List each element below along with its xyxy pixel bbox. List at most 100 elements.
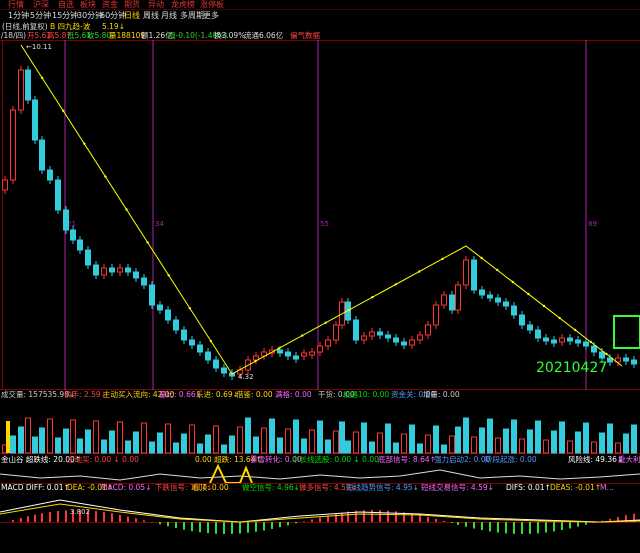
zigzag-dot <box>277 347 280 350</box>
volume-bar <box>361 422 367 454</box>
candle <box>361 335 367 341</box>
period-tab-60min[interactable]: 60分钟 <box>100 10 126 21</box>
volume-bar <box>479 427 485 454</box>
volume-bar <box>221 444 227 454</box>
candle <box>213 359 219 369</box>
candle <box>393 337 399 343</box>
volume-legend-label: 乐进: 0.69↓ <box>196 390 239 399</box>
candle <box>463 259 469 286</box>
cycle-label: 34 <box>155 220 164 228</box>
volume-bar <box>77 438 83 454</box>
volume-bar <box>32 436 38 454</box>
period-tab-multi[interactable]: 多周期 <box>180 10 204 21</box>
candle <box>47 169 53 181</box>
volume-bar <box>301 438 307 454</box>
period-tab-week[interactable]: 周线 <box>143 10 159 21</box>
candle <box>559 337 565 343</box>
zigzag-dot <box>125 208 128 211</box>
candle <box>449 294 455 311</box>
volume-bar <box>125 440 131 454</box>
candle <box>535 329 541 339</box>
volume-bar <box>277 437 283 454</box>
volume-bar <box>583 422 589 454</box>
period-tab-5min[interactable]: 5分钟 <box>30 10 51 21</box>
candle <box>583 341 589 347</box>
volume-bar <box>181 433 187 454</box>
period-tab-bar: 1分钟 5分钟 15分钟 30分钟 60分钟 日线 周线 月线 多周期 更多 <box>0 10 640 21</box>
candle <box>189 339 195 346</box>
zigzag-dot <box>209 339 213 343</box>
zigzag-dot <box>480 256 483 260</box>
macd-chart[interactable]: 3.802 <box>0 492 640 553</box>
volume-bar <box>18 426 24 454</box>
volume-bar <box>559 421 565 454</box>
candle <box>317 345 323 353</box>
candle <box>125 267 131 273</box>
period-tab-15min[interactable]: 15分钟 <box>52 10 78 21</box>
volume-bar <box>377 432 383 454</box>
volume-bar <box>39 427 45 454</box>
macd-legend-label: DEAS: -0.01↑ <box>550 483 602 492</box>
candle <box>25 69 31 101</box>
volume-chart[interactable] <box>0 399 640 454</box>
volume-bar <box>409 424 415 454</box>
zigzag-dot <box>146 241 149 244</box>
indicator-value: 5.19↓ <box>102 22 125 31</box>
candle <box>441 294 447 306</box>
quote-close: 收5.80 <box>87 31 112 40</box>
period-tab-day[interactable]: 日线 <box>124 10 140 21</box>
menu-item[interactable]: 板块 <box>80 0 96 9</box>
menu-item[interactable]: 沪深 <box>33 0 49 9</box>
candle <box>503 301 509 307</box>
period-tab-month[interactable]: 月线 <box>161 10 177 21</box>
volume-bar <box>309 429 315 454</box>
macd-legend-label: M… <box>600 483 614 492</box>
indicator-legend-label: 主动买: 0.00 ↓ 0.00 <box>67 455 139 464</box>
volume-bar <box>117 421 123 454</box>
volume-bar <box>425 434 431 454</box>
highlight-box <box>613 315 640 349</box>
candle <box>18 69 24 111</box>
quote-tag: 偏气数据 <box>290 31 320 40</box>
indicator-signal <box>209 464 253 484</box>
candle <box>575 339 581 344</box>
candle <box>39 139 45 171</box>
candle <box>567 337 573 342</box>
indicator-legend-label: 强力启动2: 0.00 <box>434 455 491 464</box>
volume-bar <box>487 418 493 454</box>
menu-item[interactable]: 自选 <box>58 0 74 9</box>
volume-bar <box>345 440 351 454</box>
candle <box>109 267 115 273</box>
candle <box>455 284 461 311</box>
menu-item[interactable]: 行情 <box>8 0 24 9</box>
volume-bar <box>567 440 573 454</box>
zigzag-dot <box>589 340 592 344</box>
candle <box>293 355 299 360</box>
menu-item[interactable]: 异动 <box>148 0 164 9</box>
zigzag-dot <box>418 270 421 273</box>
zigzag-dot <box>324 321 327 324</box>
candle <box>85 249 91 266</box>
menu-item[interactable]: 期货 <box>124 0 140 9</box>
volume-bar <box>85 429 91 454</box>
menu-item[interactable]: 涨停板 <box>200 0 224 9</box>
volume-bar <box>197 443 203 454</box>
zigzag-dot <box>254 360 257 363</box>
volume-bar <box>109 430 115 454</box>
volume-bar <box>535 420 541 454</box>
menu-item[interactable]: 龙虎榜 <box>171 0 195 9</box>
indicator-chart[interactable] <box>0 464 640 484</box>
candle <box>285 351 291 357</box>
period-tab-more[interactable]: 更多 <box>203 10 219 21</box>
candle <box>377 331 383 336</box>
candle <box>385 334 391 339</box>
period-tab-1min[interactable]: 1分钟 <box>8 10 29 21</box>
candle <box>205 351 211 361</box>
price-candlestick-chart[interactable]: 21 34 55 89←10.114.32 <box>0 40 640 390</box>
volume-bar <box>101 439 107 454</box>
menu-item[interactable]: 资金 <box>102 0 118 9</box>
candle <box>369 331 375 337</box>
volume-bar <box>149 441 155 454</box>
candle <box>623 357 629 362</box>
zigzag-dot <box>62 109 65 113</box>
